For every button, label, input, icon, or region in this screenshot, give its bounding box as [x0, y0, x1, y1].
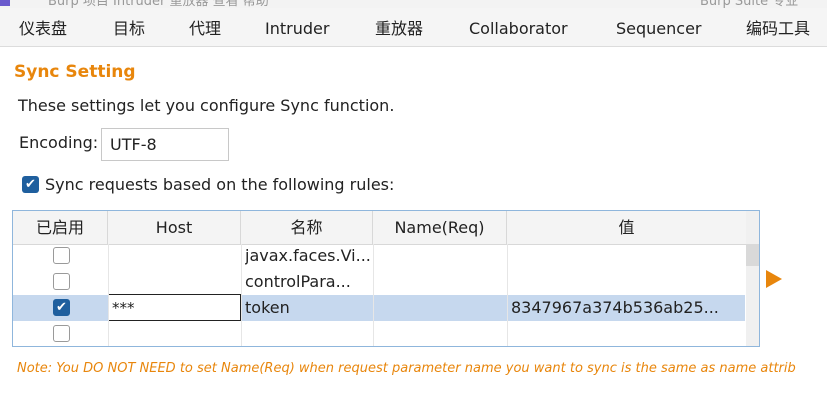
table-row[interactable]: controlPara...	[13, 269, 745, 295]
section-description: These settings let you configure Sync fu…	[18, 96, 395, 115]
section-title: Sync Setting	[14, 62, 136, 82]
column-divider	[241, 244, 242, 346]
row-value-cell	[511, 321, 743, 346]
row-enabled-checkbox[interactable]	[53, 273, 70, 290]
row-enabled-checkbox[interactable]	[53, 247, 70, 264]
host-cell-editor[interactable]	[108, 294, 241, 321]
row-value-cell: 8347967a374b536ab25...	[511, 298, 719, 317]
table-scrollbar-thumb[interactable]	[746, 244, 759, 266]
tab-collaborator[interactable]: Collaborator	[469, 8, 568, 46]
menu-bar-partial: Burp 项目 Intruder 重放器 查看 帮助	[48, 0, 269, 8]
sync-rules-label: Sync requests based on the following rul…	[45, 175, 395, 194]
column-divider	[108, 244, 109, 346]
encoding-input[interactable]	[101, 128, 229, 161]
checkmark-icon: ✔	[56, 300, 67, 315]
tab-proxy[interactable]: 代理	[189, 8, 221, 46]
sync-rules-table: 已启用 Host 名称 Name(Req) 值 javax.faces.Vi..…	[12, 210, 760, 347]
table-header: 已启用 Host 名称 Name(Req) 值	[13, 211, 759, 245]
column-header-host[interactable]: Host	[108, 211, 241, 244]
tab-intruder[interactable]: Intruder	[265, 8, 329, 46]
tab-dashboard[interactable]: 仪表盘	[19, 8, 67, 46]
note-text: Note: You DO NOT NEED to set Name(Req) w…	[17, 361, 796, 376]
row-name-cell: token	[245, 298, 290, 317]
table-scrollbar[interactable]	[746, 211, 759, 346]
column-header-value[interactable]: 值	[507, 211, 746, 244]
row-name-req-cell	[377, 321, 505, 346]
row-value-cell	[511, 243, 743, 269]
encoding-label: Encoding:	[19, 133, 99, 152]
row-name-cell: controlPara...	[245, 272, 351, 291]
column-divider	[507, 244, 508, 346]
column-header-name[interactable]: 名称	[241, 211, 373, 244]
checkmark-icon: ✔	[25, 177, 36, 192]
table-row[interactable]	[13, 321, 745, 346]
column-divider	[373, 244, 374, 346]
row-enabled-checkbox[interactable]: ✔	[53, 299, 70, 316]
window-titlebar: Burp 项目 Intruder 重放器 查看 帮助 Burp Suite 专业	[0, 0, 827, 8]
row-name-req-cell	[377, 269, 505, 295]
row-name-req-cell	[377, 243, 505, 269]
column-header-enabled[interactable]: 已启用	[13, 211, 108, 244]
window-title-partial: Burp Suite 专业	[700, 0, 799, 8]
play-icon[interactable]	[766, 270, 782, 288]
tab-decoder[interactable]: 编码工具	[746, 8, 810, 46]
row-value-cell	[511, 269, 743, 295]
column-header-name-req[interactable]: Name(Req)	[373, 211, 507, 244]
tab-repeater[interactable]: 重放器	[375, 8, 423, 46]
main-tab-bar: 仪表盘 目标 代理 Intruder 重放器 Collaborator Sequ…	[0, 8, 827, 47]
row-enabled-checkbox[interactable]	[53, 325, 70, 342]
row-name-cell	[245, 321, 371, 346]
row-name-req-cell	[377, 295, 505, 321]
row-name-cell: javax.faces.Vi...	[245, 246, 371, 265]
sync-rules-checkbox[interactable]: ✔	[22, 176, 39, 193]
app-logo-icon	[0, 0, 10, 6]
table-row[interactable]: javax.faces.Vi...	[13, 243, 745, 269]
tab-target[interactable]: 目标	[113, 8, 145, 46]
tab-sequencer[interactable]: Sequencer	[616, 8, 702, 46]
